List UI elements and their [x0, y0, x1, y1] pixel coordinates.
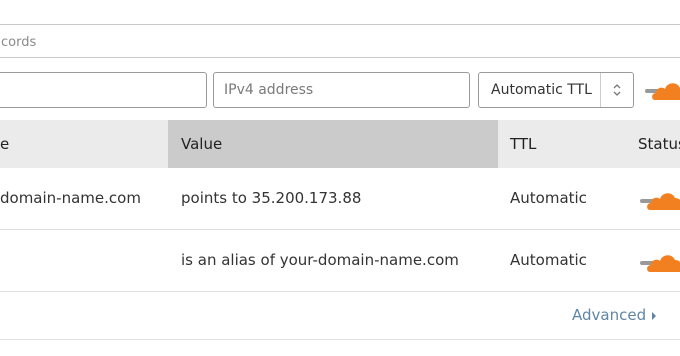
advanced-label: Advanced: [572, 306, 647, 324]
table-row[interactable]: is an alias of your-domain-name.com Auto…: [0, 230, 680, 292]
chevron-right-icon: [652, 311, 657, 320]
advanced-link[interactable]: Advanced: [572, 306, 657, 324]
record-value: is an alias of your-domain-name.com: [181, 251, 459, 269]
record-value: points to 35.200.173.88: [181, 189, 362, 207]
column-header-value[interactable]: Value: [168, 120, 498, 168]
divider: [0, 339, 680, 340]
column-header-ttl[interactable]: TTL: [498, 120, 624, 168]
record-name: domain-name.com: [0, 189, 141, 207]
column-header-name[interactable]: e: [0, 120, 168, 168]
record-name-input[interactable]: [0, 72, 207, 108]
search-records-input[interactable]: cords: [0, 24, 680, 58]
cloud-proxy-icon[interactable]: [645, 79, 680, 101]
ttl-select[interactable]: Automatic TTL: [478, 72, 634, 108]
ipv4-address-input[interactable]: [213, 72, 470, 108]
sort-arrows-icon: [600, 73, 633, 107]
search-placeholder: cords: [1, 35, 37, 50]
ttl-select-value: Automatic TTL: [491, 82, 592, 98]
dns-table-header: e Value TTL Status: [0, 120, 680, 168]
record-ttl: Automatic: [510, 189, 587, 207]
cloud-proxy-icon[interactable]: [640, 251, 680, 273]
column-header-status[interactable]: Status: [624, 120, 680, 168]
record-ttl: Automatic: [510, 251, 587, 269]
table-row[interactable]: domain-name.com points to 35.200.173.88 …: [0, 168, 680, 230]
cloud-proxy-icon[interactable]: [640, 189, 680, 211]
